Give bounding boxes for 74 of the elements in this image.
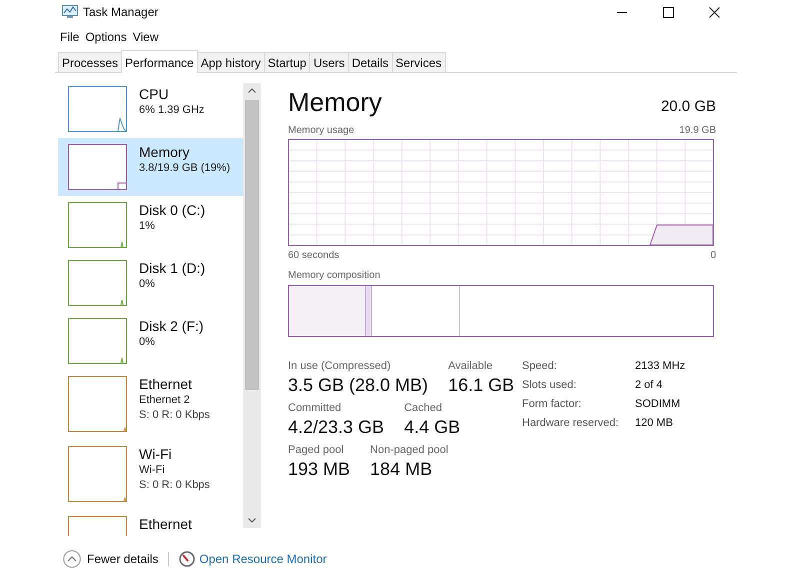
item-detail: Wi-Fi (139, 463, 166, 478)
stat-value: 3.5 GB (28.0 MB) (288, 374, 428, 397)
item-title: CPU (139, 86, 170, 103)
property-label: Hardware reserved: (522, 416, 620, 431)
sidebar-item[interactable]: Disk 1 (D:) 0% (58, 254, 243, 312)
tab[interactable]: Performance (121, 50, 198, 73)
menu-item[interactable]: File (57, 30, 82, 44)
maximize-icon (662, 6, 674, 18)
property-label: Speed: (522, 359, 558, 374)
item-detail: 3.8/19.9 GB (19%) (139, 161, 230, 176)
item-title: Ethernet (139, 516, 192, 533)
sidebar-item[interactable]: Ethernet Ethernet 2 S: 0 R: 0 Kbps (58, 370, 243, 440)
tab[interactable]: App history (196, 52, 265, 72)
app-icon (62, 5, 78, 19)
item-title: Wi-Fi (139, 446, 173, 463)
tab[interactable]: Details (348, 52, 392, 72)
stat-value: 193 MB (288, 458, 350, 481)
item-detail: 6% 1.39 GHz (139, 103, 204, 118)
graph-label: Memory usage (288, 124, 354, 137)
stat-value: 4.4 GB (404, 416, 460, 439)
tab[interactable]: Startup (264, 52, 310, 72)
scrollbar-thumb[interactable] (245, 100, 259, 390)
time-span-label: 60 seconds (288, 249, 340, 262)
property-value: 2133 MHz (635, 359, 686, 374)
tab[interactable]: Services (392, 52, 446, 72)
scrollbar-track[interactable] (243, 83, 261, 528)
stat-value: 4.2/23.3 GB (288, 416, 384, 439)
sidebar-item[interactable]: Disk 2 (F:) 0% (58, 312, 243, 370)
stat-label: Non-paged pool (370, 443, 448, 457)
menu-item[interactable]: Options (82, 30, 130, 44)
panel-title: Memory (288, 87, 382, 118)
gauge-icon (179, 551, 196, 567)
graph-min-label: 0 (710, 249, 716, 262)
stat-label: Committed (288, 401, 342, 415)
graph-max-label: 19.9 GB (679, 124, 716, 137)
item-title: Ethernet (139, 376, 193, 393)
sidebar-item[interactable]: Ethernet (58, 510, 243, 536)
fewer-details-button[interactable]: Fewer details (63, 550, 158, 568)
sidebar-item[interactable]: Wi-Fi Wi-Fi S: 0 R: 0 Kbps (58, 440, 243, 510)
stat-label: In use (Compressed) (288, 359, 392, 373)
sidebar-item[interactable]: Memory 3.8/19.9 GB (19%) (58, 138, 243, 196)
item-title: Disk 0 (C:) (139, 202, 206, 219)
property-label: Slots used: (522, 378, 578, 393)
item-title: Memory (139, 144, 191, 161)
property-label: Form factor: (522, 397, 582, 412)
tab[interactable]: Users (309, 52, 349, 72)
caret-up-icon (248, 88, 256, 93)
stat-label: Cached (404, 401, 443, 415)
property-value: 120 MB (635, 416, 674, 431)
item-title: Disk 1 (D:) (139, 260, 206, 277)
item-detail: 0% (139, 277, 156, 292)
item-title: Disk 2 (F:) (139, 318, 204, 335)
chevron-up-icon (63, 550, 81, 568)
resource-monitor-link[interactable]: Open Resource Monitor (199, 552, 327, 566)
item-detail: Ethernet 2 (139, 393, 191, 408)
menu-item[interactable]: View (130, 30, 162, 44)
stat-value: 184 MB (370, 458, 434, 481)
item-rate: S: 0 R: 0 Kbps (139, 478, 210, 493)
capacity-value: 20.0 GB (660, 98, 716, 115)
composition-label: Memory composition (288, 269, 380, 282)
caret-down-icon (248, 518, 256, 523)
tab[interactable]: Processes (58, 52, 122, 72)
sidebar-item[interactable]: Disk 0 (C:) 1% (58, 196, 243, 254)
sidebar-item[interactable]: CPU 6% 1.39 GHz (58, 80, 243, 138)
item-rate: S: 0 R: 0 Kbps (139, 408, 210, 423)
close-icon (708, 6, 720, 18)
item-detail: 1% (139, 219, 156, 234)
item-detail: 0% (139, 335, 156, 350)
stat-label: Paged pool (288, 443, 345, 457)
stat-value: 16.1 GB (448, 374, 514, 397)
property-value: SODIMM (635, 397, 682, 412)
stat-label: Available (448, 359, 494, 373)
window-title: Task Manager (83, 5, 158, 19)
property-value: 2 of 4 (635, 378, 664, 393)
